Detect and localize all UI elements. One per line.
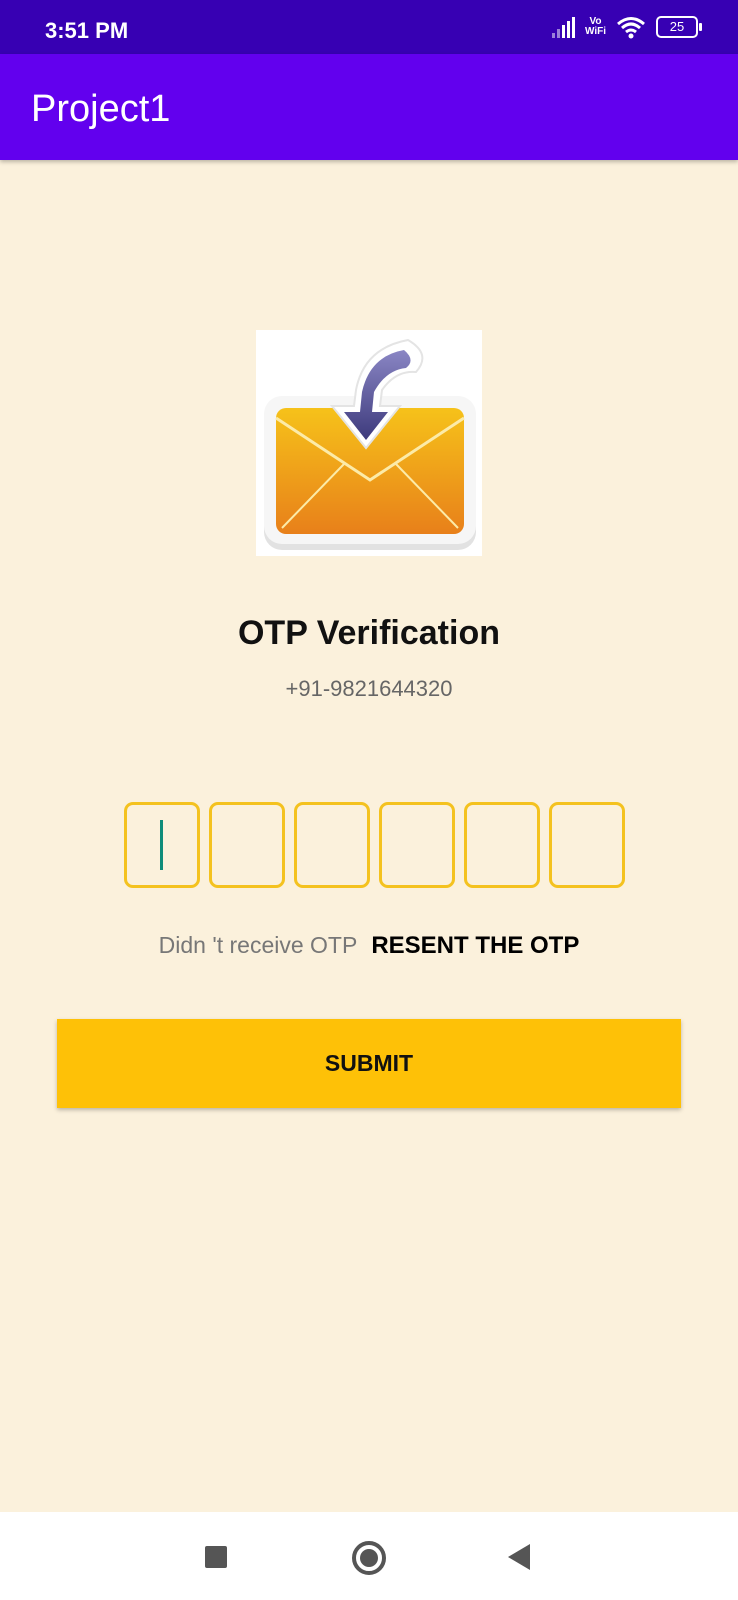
battery-level: 25 <box>669 19 685 34</box>
otp-digit-5[interactable] <box>464 802 540 888</box>
page-title: OTP Verification <box>237 614 500 652</box>
back-icon[interactable] <box>508 1544 530 1570</box>
otp-digit-6[interactable] <box>549 802 625 888</box>
text-cursor <box>160 820 163 870</box>
otp-digit-2[interactable] <box>209 802 285 888</box>
app-bar: Project1 <box>0 54 738 160</box>
otp-digit-3[interactable] <box>294 802 370 888</box>
navigation-bar <box>0 1512 738 1600</box>
home-icon[interactable] <box>352 1541 386 1575</box>
recent-apps-icon[interactable] <box>205 1546 227 1568</box>
battery-icon: 25 <box>656 16 702 38</box>
resend-row: Didn 't receive OTP RESENT THE OTP <box>0 932 738 960</box>
resend-otp-link[interactable]: RESENT THE OTP <box>371 932 579 959</box>
resend-label: Didn 't receive OTP <box>158 932 358 958</box>
signal-icon <box>551 16 575 38</box>
status-bar: 3:51 PM Vo WiFi 25 <box>0 0 738 54</box>
otp-digit-4[interactable] <box>379 802 455 888</box>
vowifi-icon: Vo WiFi <box>585 17 606 37</box>
status-icons: Vo WiFi 25 <box>551 12 702 42</box>
wifi-icon <box>617 17 645 39</box>
status-time: 3:51 PM <box>45 18 129 43</box>
otp-input-row <box>124 802 625 888</box>
submit-button[interactable]: SUBMIT <box>57 1019 681 1108</box>
app-title: Project1 <box>31 88 171 130</box>
vowifi-bottom-label: WiFi <box>584 26 606 37</box>
phone-number: +91-9821644320 <box>285 676 453 701</box>
mail-download-icon <box>256 330 482 556</box>
